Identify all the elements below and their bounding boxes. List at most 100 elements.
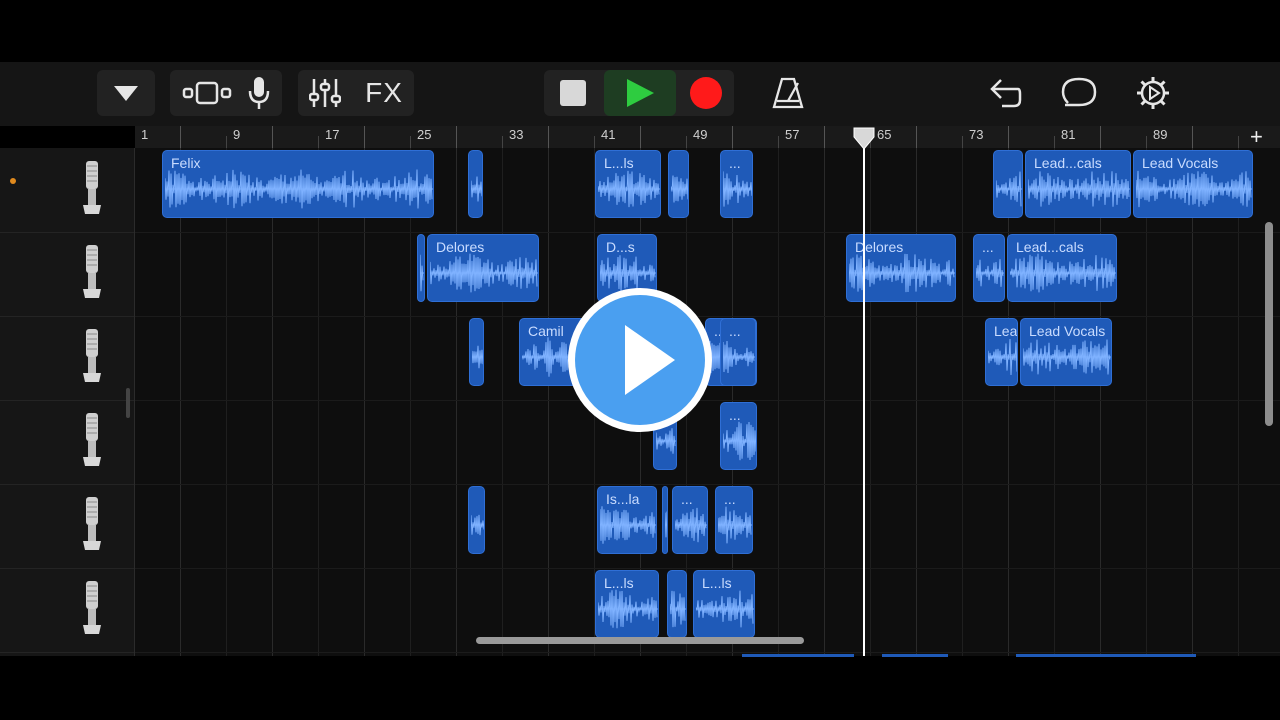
ruler-tick	[640, 126, 641, 148]
ruler-tick	[410, 136, 411, 148]
record-button[interactable]	[682, 70, 730, 116]
video-play-button[interactable]	[568, 288, 712, 432]
tracks-view-icon[interactable]	[181, 81, 233, 105]
settings-button[interactable]	[1130, 70, 1176, 116]
waveform	[430, 253, 538, 293]
metronome-button[interactable]	[765, 70, 811, 116]
track-header[interactable]	[0, 568, 134, 653]
ruler-tick	[1146, 136, 1147, 148]
mixer-sliders-icon[interactable]	[309, 77, 342, 109]
bar-number-label: 89	[1153, 127, 1168, 142]
track-armed-indicator	[10, 178, 16, 184]
audio-region[interactable]	[468, 150, 483, 218]
bar-number-label: 33	[509, 127, 524, 142]
mixer-fx-group: FX	[298, 70, 414, 116]
loop-browser-button[interactable]	[1056, 70, 1102, 116]
waveform	[165, 169, 433, 209]
ruler-tick	[180, 126, 181, 148]
audio-region[interactable]: ...	[973, 234, 1005, 302]
metronome-icon	[772, 77, 804, 109]
audio-region[interactable]: L...ls	[595, 150, 661, 218]
track-headers	[0, 148, 135, 656]
region-peek	[1016, 654, 1196, 657]
video-play-circle	[575, 295, 705, 425]
ruler-tick	[732, 126, 733, 148]
audio-region[interactable]: L...ls	[595, 570, 659, 638]
playhead-line	[863, 140, 865, 656]
waveform	[988, 338, 1017, 376]
waveform	[1010, 253, 1116, 293]
ruler-tick	[916, 126, 917, 148]
audio-region[interactable]: Lead...cals	[1025, 150, 1131, 218]
waveform	[472, 345, 483, 369]
track-header[interactable]	[0, 400, 134, 485]
vertical-scrollbar[interactable]	[1265, 222, 1273, 426]
audio-region[interactable]: ...	[672, 486, 708, 554]
waveform	[471, 176, 482, 202]
track-header[interactable]	[0, 484, 134, 569]
bar-number-label: 9	[233, 127, 241, 142]
audio-region[interactable]	[667, 570, 687, 638]
record-icon	[690, 77, 722, 109]
fx-button[interactable]: FX	[365, 77, 403, 109]
audio-region[interactable]: ...	[715, 486, 753, 554]
waveform	[598, 589, 658, 629]
audio-region[interactable]: Lead Vocals	[1020, 318, 1112, 386]
audio-region[interactable]: ...	[720, 402, 757, 470]
waveform	[696, 590, 754, 628]
play-icon	[627, 79, 654, 107]
waveform	[996, 171, 1022, 207]
audio-region[interactable]: Felix	[162, 150, 434, 218]
ruler-tick	[1008, 126, 1009, 148]
horizontal-scrollbar[interactable]	[476, 637, 804, 644]
ruler-tick	[318, 136, 319, 148]
playhead-handle[interactable]	[852, 127, 876, 151]
audio-region[interactable]: ...	[720, 150, 753, 218]
audio-region[interactable]: Lead Vocals	[1133, 150, 1253, 218]
ruler-tick	[686, 136, 687, 148]
waveform	[1136, 170, 1252, 208]
ruler-tick	[824, 126, 825, 148]
track-header[interactable]	[0, 232, 134, 317]
audio-region[interactable]: Lea...als	[985, 318, 1018, 386]
waveform	[723, 341, 755, 373]
audio-region[interactable]: Lead...cals	[1007, 234, 1117, 302]
audio-region[interactable]	[668, 150, 689, 218]
audio-region[interactable]	[417, 234, 425, 302]
ruler-tick	[548, 126, 549, 148]
audio-region[interactable]: ...	[720, 318, 756, 386]
audio-region[interactable]	[993, 150, 1023, 218]
audio-region[interactable]: L...ls	[693, 570, 755, 638]
waveform	[718, 506, 752, 544]
track-lane	[135, 400, 1280, 485]
waveform	[670, 590, 686, 628]
audio-region[interactable]	[468, 486, 485, 554]
audio-region[interactable]	[662, 486, 668, 554]
stop-button[interactable]	[548, 70, 598, 116]
microphone-icon[interactable]	[247, 76, 271, 110]
track-header[interactable]	[0, 316, 134, 401]
timeline-ruler[interactable]: + 1 9 17 25 33 41 49 57 65 73 81 89	[135, 124, 1280, 150]
audio-region[interactable]: Is...la	[597, 486, 657, 554]
region-peek	[882, 654, 948, 657]
ruler-tick	[364, 126, 365, 148]
waveform	[471, 514, 484, 536]
play-video-icon	[625, 325, 675, 395]
undo-button[interactable]	[982, 70, 1028, 116]
ruler-tick	[962, 136, 963, 148]
browser-dropdown-button[interactable]	[97, 70, 155, 116]
bar-number-label: 81	[1061, 127, 1076, 142]
microphone-icon	[83, 497, 101, 550]
audio-region[interactable]: Delores	[427, 234, 539, 302]
ruler-tick	[1192, 126, 1193, 148]
waveform	[976, 259, 1004, 287]
loop-icon	[1061, 77, 1097, 107]
tracks-area[interactable]: Felix L...ls... Lead...cals Lead Vocals Delo…	[135, 148, 1280, 656]
play-button[interactable]	[604, 70, 676, 116]
audio-region[interactable]	[469, 318, 484, 386]
waveform	[1028, 171, 1130, 207]
ruler-tick	[1054, 136, 1055, 148]
header-resize-handle[interactable]	[126, 388, 130, 418]
track-header[interactable]	[0, 148, 134, 233]
add-section-button[interactable]: +	[1250, 124, 1263, 150]
